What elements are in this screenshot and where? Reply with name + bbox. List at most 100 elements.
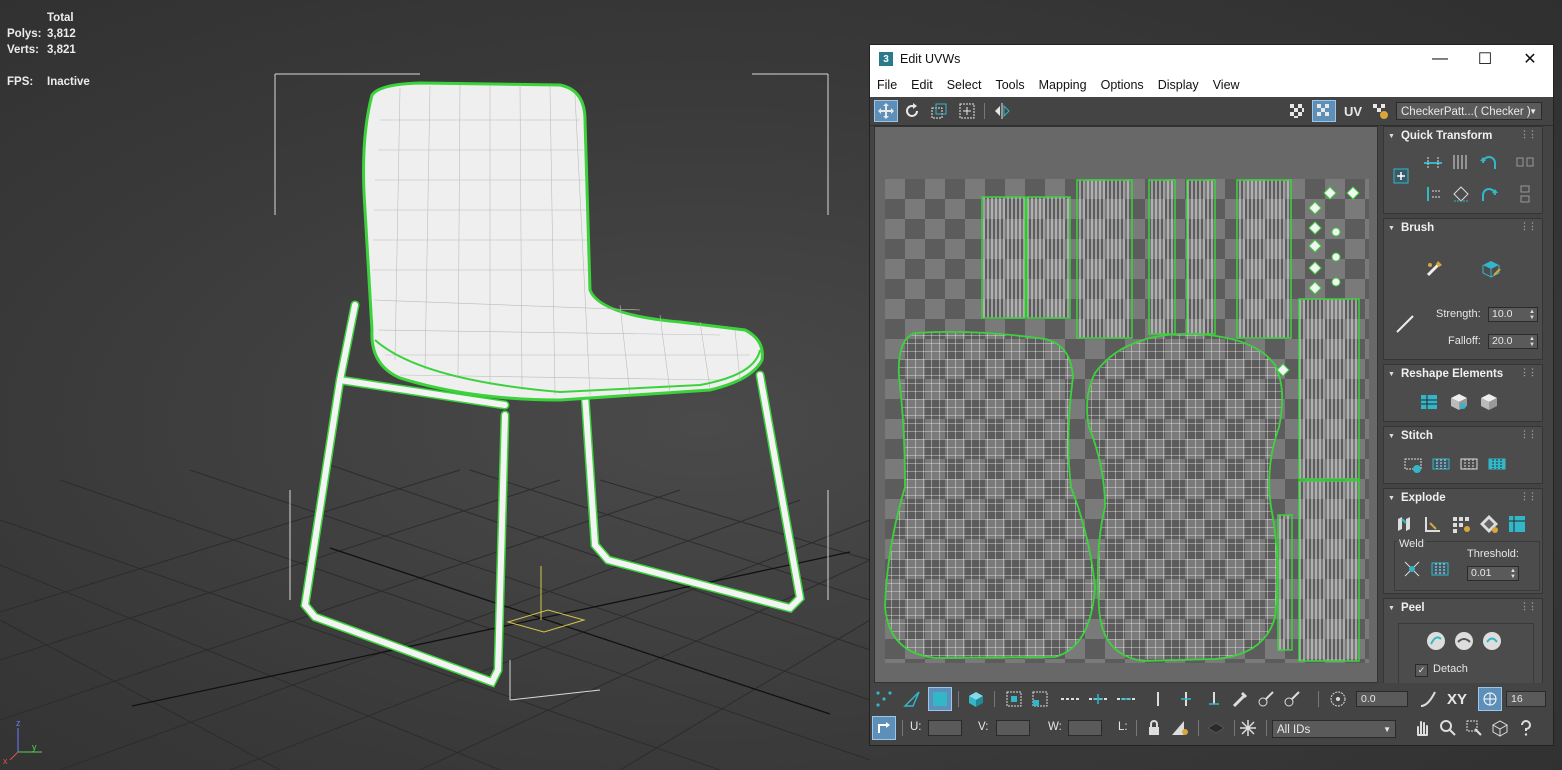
rollout-header-reshape[interactable]: ▼ Reshape Elements ⋮⋮ [1384, 365, 1542, 383]
soft-selection-icon[interactable] [1326, 687, 1350, 711]
minimize-icon[interactable]: — [1417, 45, 1463, 73]
u-coordinate-field[interactable] [928, 720, 962, 736]
rollout-header-explode[interactable]: ▼ Explode ⋮⋮ [1384, 489, 1542, 507]
paint-grow-icon[interactable] [1254, 687, 1278, 711]
edge-distance-icon[interactable] [1478, 687, 1502, 711]
menu-file[interactable]: File [870, 78, 904, 92]
menu-display[interactable]: Display [1151, 78, 1206, 92]
menu-edit[interactable]: Edit [904, 78, 940, 92]
element-mode-icon[interactable] [964, 687, 988, 711]
menu-select[interactable]: Select [940, 78, 989, 92]
stitch-custom-icon[interactable] [1400, 451, 1426, 477]
v-coordinate-field[interactable] [996, 720, 1030, 736]
menu-view[interactable]: View [1206, 78, 1247, 92]
paint-select-icon[interactable] [1228, 687, 1252, 711]
uv-editor-canvas[interactable] [874, 126, 1378, 683]
help-icon[interactable] [1514, 716, 1538, 740]
rollout-brush: ▼ Brush ⋮⋮ Strength: 10.0 ▲ ▼ Falloff: 20.… [1383, 218, 1543, 360]
straighten-selection-icon[interactable] [1416, 389, 1442, 415]
detach-edge-icon[interactable] [1420, 511, 1446, 537]
rotate-ccw-icon[interactable] [1476, 149, 1502, 175]
detach-checkbox[interactable]: ✓ [1415, 664, 1428, 677]
freeze-icon[interactable] [1236, 716, 1260, 740]
stitch-average-icon[interactable] [1456, 451, 1482, 477]
quick-peel-icon[interactable] [1423, 628, 1449, 654]
hide-show-icon[interactable] [1168, 716, 1192, 740]
weld-selected-icon[interactable] [1427, 556, 1453, 582]
material-id-dropdown[interactable]: All IDs ▼ [1272, 720, 1396, 738]
filter-selected-faces-icon[interactable] [1204, 716, 1228, 740]
edge-distance-field[interactable]: 16 [1506, 691, 1546, 707]
rollout-header-peel[interactable]: ▼ Peel ⋮⋮ [1384, 599, 1542, 617]
pivot-align-icon[interactable] [1388, 163, 1414, 189]
falloff-spinner[interactable]: 20.0 ▲ ▼ [1488, 334, 1538, 349]
grow-loop-icon[interactable] [1086, 687, 1110, 711]
align-vertical-icon[interactable] [1448, 149, 1474, 175]
maximize-icon[interactable]: ☐ [1462, 45, 1508, 73]
strength-spinner[interactable]: 10.0 ▲ ▼ [1488, 307, 1538, 322]
falloff-curve-icon[interactable] [1392, 311, 1418, 337]
uv-channel-label[interactable]: UV [1341, 100, 1365, 122]
show-map-icon[interactable] [1312, 100, 1336, 122]
edge-mode-icon[interactable] [900, 687, 924, 711]
flatten-icon[interactable] [1504, 511, 1530, 537]
relax-brush-icon[interactable] [1478, 255, 1504, 281]
straighten-icon[interactable] [1448, 181, 1474, 207]
lock-selection-icon[interactable] [1142, 716, 1166, 740]
explode-checker-icon[interactable] [1476, 511, 1502, 537]
menu-options[interactable]: Options [1094, 78, 1151, 92]
freeform-icon[interactable] [955, 100, 979, 122]
shrink-loop-icon[interactable] [1114, 687, 1138, 711]
zoom-region-icon[interactable] [1462, 716, 1486, 740]
xy-space-toggle[interactable]: XY [1442, 687, 1472, 711]
weld-target-icon[interactable] [1399, 556, 1425, 582]
texture-dropdown[interactable]: CheckerPatt...( Checker ) ▼ [1396, 102, 1542, 120]
align-horizontal-icon[interactable] [1420, 149, 1446, 175]
texture-settings-icon[interactable] [1368, 100, 1392, 122]
vertex-mode-icon[interactable] [872, 687, 896, 711]
move-icon[interactable] [874, 100, 898, 122]
relax-icon[interactable] [1446, 389, 1472, 415]
unfold-icon[interactable] [1476, 389, 1502, 415]
rollout-header-brush[interactable]: ▼ Brush ⋮⋮ [1384, 219, 1542, 237]
zoom-extents-icon[interactable] [1488, 716, 1512, 740]
grip-icon: ⋮⋮ [1520, 221, 1537, 231]
menu-tools[interactable]: Tools [988, 78, 1031, 92]
falloff-type-icon[interactable] [1416, 687, 1440, 711]
scale-icon[interactable] [927, 100, 951, 122]
align-to-edge-icon[interactable] [1420, 181, 1446, 207]
shrink-ring-icon[interactable] [1202, 687, 1226, 711]
rollout-header-stitch[interactable]: ▼ Stitch ⋮⋮ [1384, 427, 1542, 445]
grow-selection-icon[interactable] [1002, 687, 1026, 711]
w-coordinate-field[interactable] [1068, 720, 1102, 736]
absolute-offset-icon[interactable] [872, 716, 896, 740]
stitch-to-source-icon[interactable] [1428, 451, 1454, 477]
explode-grid-icon[interactable] [1448, 511, 1474, 537]
rotate-icon[interactable] [900, 100, 924, 122]
checker-display-icon[interactable] [1285, 100, 1309, 122]
grow-ring-icon[interactable] [1174, 687, 1198, 711]
break-icon[interactable] [1392, 511, 1418, 537]
mirror-icon[interactable] [990, 100, 1014, 122]
edit-uvws-window[interactable]: 3 Edit UVWs — ☐ ✕ File Edit Select Tools… [869, 44, 1554, 746]
ring-icon[interactable] [1146, 687, 1170, 711]
polygon-mode-icon[interactable] [928, 687, 952, 711]
space-horizontal-icon[interactable] [1512, 149, 1538, 175]
pan-hand-icon[interactable] [1410, 716, 1434, 740]
rollout-header-quick-transform[interactable]: ▼ Quick Transform ⋮⋮ [1384, 127, 1542, 145]
stitch-to-target-icon[interactable] [1484, 451, 1510, 477]
reset-peel-icon[interactable] [1479, 628, 1505, 654]
loop-icon[interactable] [1058, 687, 1082, 711]
menu-mapping[interactable]: Mapping [1032, 78, 1094, 92]
window-titlebar[interactable]: 3 Edit UVWs — ☐ ✕ [870, 45, 1553, 73]
space-vertical-icon[interactable] [1512, 181, 1538, 207]
paint-shrink-icon[interactable] [1280, 687, 1304, 711]
rotate-cw-icon[interactable] [1476, 181, 1502, 207]
peel-mode-icon[interactable] [1451, 628, 1477, 654]
close-icon[interactable]: ✕ [1507, 45, 1553, 73]
falloff-distance-field[interactable]: 0.0 [1356, 691, 1408, 707]
paint-brush-icon[interactable] [1422, 255, 1448, 281]
zoom-icon[interactable] [1436, 716, 1460, 740]
shrink-selection-icon[interactable] [1028, 687, 1052, 711]
threshold-spinner[interactable]: 0.01 ▲ ▼ [1467, 566, 1519, 581]
